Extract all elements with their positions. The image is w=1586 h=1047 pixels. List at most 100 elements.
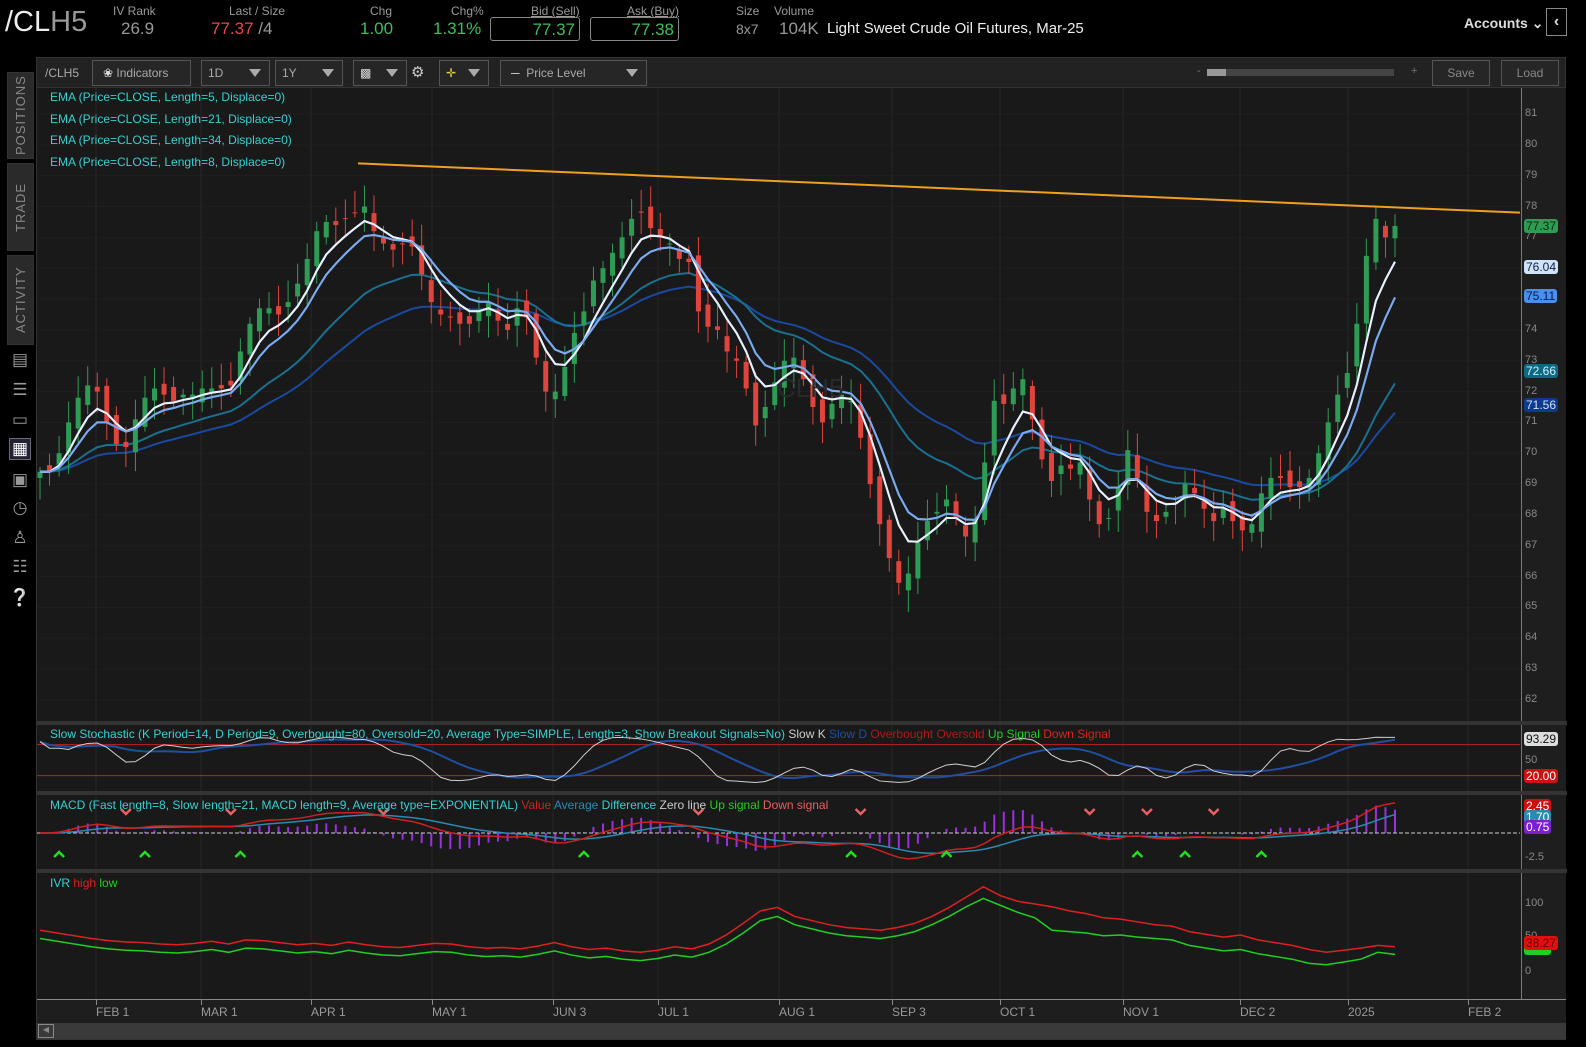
ivr-legend-high: high	[73, 876, 97, 890]
tab-trade[interactable]: TRADE	[7, 163, 34, 251]
date-label: DEC 2	[1240, 1005, 1276, 1019]
price-badge: 75.11	[1524, 288, 1558, 303]
candle-body	[1106, 518, 1112, 520]
people-icon[interactable]: ♙	[9, 528, 31, 548]
candle-body	[924, 521, 930, 541]
zoom-slider[interactable]	[1207, 69, 1394, 76]
macd-panel[interactable]: MACD (Fast length=8, Slow length=21, MAC…	[37, 795, 1520, 869]
gear-icon[interactable]: ⚙	[411, 63, 424, 81]
tab-positions[interactable]: POSITIONS	[7, 72, 34, 159]
ask-label: Ask (Buy)	[627, 4, 680, 18]
price-chart[interactable]: CLH5 EMA (Price=CLOSE, Length=5, Displac…	[37, 88, 1520, 721]
candle-body	[1001, 394, 1007, 404]
price-axis-tick: 62	[1525, 692, 1538, 705]
candle-body	[600, 268, 606, 283]
accounts-dropdown[interactable]: Accounts ⌄	[1464, 15, 1543, 32]
candle-body	[1297, 481, 1303, 488]
macd-down-signal-icon	[1141, 808, 1153, 816]
scroll-left-button[interactable]: ◀	[38, 1024, 54, 1038]
tab-activity[interactable]: ACTIVITY	[7, 255, 34, 345]
candle-body	[905, 573, 911, 591]
candle-body	[1048, 453, 1054, 481]
date-label: FEB 1	[96, 1005, 130, 1019]
study-label-ema21[interactable]: EMA (Price=CLOSE, Length=21, Displace=0)	[50, 112, 292, 126]
price-axis-tick: 67	[1525, 538, 1538, 551]
candle-body	[1392, 225, 1398, 239]
candle-body	[323, 221, 329, 238]
price-axis-tick: 64	[1525, 631, 1538, 644]
iv-rank-value: 26.9	[121, 19, 155, 38]
save-button[interactable]: Save	[1432, 60, 1490, 86]
drawing-tool-value: Price Level	[526, 66, 586, 80]
date-axis[interactable]: FEB 1 MAR 1 APR 1 MAY 1 JUN 3 JUL 1 AUG 1 SEP 3…	[37, 999, 1566, 1023]
dropdown-arrow-icon	[386, 69, 398, 77]
candle-body	[476, 311, 482, 322]
zoom-slider-thumb[interactable]	[1207, 69, 1226, 76]
candle-body	[762, 406, 768, 419]
zoom-in-button[interactable]: +	[1411, 65, 1417, 77]
last-price: 77.37	[211, 19, 254, 38]
bid-label: Bid (Sell)	[531, 4, 580, 18]
candle-body	[342, 218, 348, 220]
symbol-watermark: CLH5	[777, 373, 844, 403]
macd-down-signal-icon	[1207, 808, 1220, 816]
clock-icon[interactable]: ◷	[9, 498, 31, 518]
candle-body	[1068, 464, 1074, 469]
price-axis-tick: 72	[1525, 384, 1538, 397]
candle-body	[1249, 524, 1255, 533]
ivr-panel[interactable]: IVR high low	[37, 873, 1520, 999]
indicators-button[interactable]: ❀ Indicators	[92, 60, 191, 86]
volume-label: Volume	[774, 4, 815, 18]
horizontal-scrollbar[interactable]: ◀	[37, 1023, 1566, 1039]
candle-body	[1153, 514, 1159, 522]
bid-button[interactable]: 77.37	[490, 17, 580, 41]
timeframe-select[interactable]: 1Y	[275, 60, 343, 86]
macd-axis[interactable]: 2.45 1.70 0.75 0.00 -2.5	[1521, 795, 1566, 869]
iv-rank-label: IV Rank	[113, 4, 156, 18]
calendar-icon[interactable]: ☷	[9, 557, 31, 577]
ivr-title[interactable]: IVR	[50, 876, 70, 890]
study-label-ema34[interactable]: EMA (Price=CLOSE, Length=34, Displace=0)	[50, 133, 292, 147]
candle-body	[1277, 476, 1283, 478]
aggregation-select[interactable]: 1D	[201, 60, 270, 86]
candle-body	[256, 308, 262, 332]
candle-body	[247, 323, 253, 355]
macd-legend-up: Up signal	[709, 798, 760, 812]
drawing-tool-select[interactable]: ─ Price Level	[500, 60, 647, 86]
collapse-panel-button[interactable]: ‹	[1546, 8, 1567, 36]
list-icon[interactable]: ☰	[9, 380, 31, 400]
tv-icon[interactable]: ▭	[9, 410, 31, 430]
zoom-out-button[interactable]: -	[1197, 65, 1201, 77]
ask-button[interactable]: 77.38	[590, 17, 679, 41]
candle-body	[1363, 255, 1369, 324]
ivr-axis[interactable]: 100 50 38.27 0	[1521, 873, 1566, 999]
chart-grid-icon[interactable]: ▦	[9, 438, 31, 460]
last-size: /4	[253, 19, 273, 38]
candle-body	[1134, 455, 1140, 478]
candle-body	[629, 218, 635, 236]
price-axis[interactable]: 8180797877767574737271706968676665646362…	[1521, 88, 1566, 721]
study-label-ema5[interactable]: EMA (Price=CLOSE, Length=5, Displace=0)	[50, 90, 285, 104]
candle-body	[944, 499, 950, 507]
stoch-title[interactable]: Slow Stochastic (K Period=14, D Period=9…	[50, 727, 785, 741]
drawing-set-select[interactable]: ✛	[439, 60, 489, 86]
price-axis-tick: 71	[1525, 415, 1538, 428]
indicators-icon: ❀	[103, 66, 114, 80]
chart-type-select[interactable]: ▩	[353, 60, 407, 86]
study-label-ema8[interactable]: EMA (Price=CLOSE, Length=8, Displace=0)	[50, 155, 285, 169]
size-value: 8x7	[736, 21, 759, 37]
tiles-icon[interactable]: ▣	[9, 470, 31, 490]
price-chart-svg	[37, 88, 1520, 721]
load-button[interactable]: Load	[1501, 60, 1559, 86]
help-icon[interactable]: ❔	[9, 588, 31, 608]
candle-body	[371, 213, 377, 232]
symbol-title[interactable]: /CLH5	[5, 6, 87, 39]
date-label: APR 1	[311, 1005, 346, 1019]
macd-up-signal-icon	[139, 850, 151, 858]
stochastic-axis[interactable]: 93.29 50 20.00	[1521, 725, 1566, 791]
stochastic-panel[interactable]: Slow Stochastic (K Period=14, D Period=9…	[37, 725, 1520, 791]
macd-title[interactable]: MACD (Fast length=8, Slow length=21, MAC…	[50, 798, 518, 812]
macd-up-signal-icon	[1179, 850, 1191, 858]
chart-book-icon[interactable]: ▤	[9, 350, 31, 370]
macd-legend-value: Value	[521, 798, 552, 812]
